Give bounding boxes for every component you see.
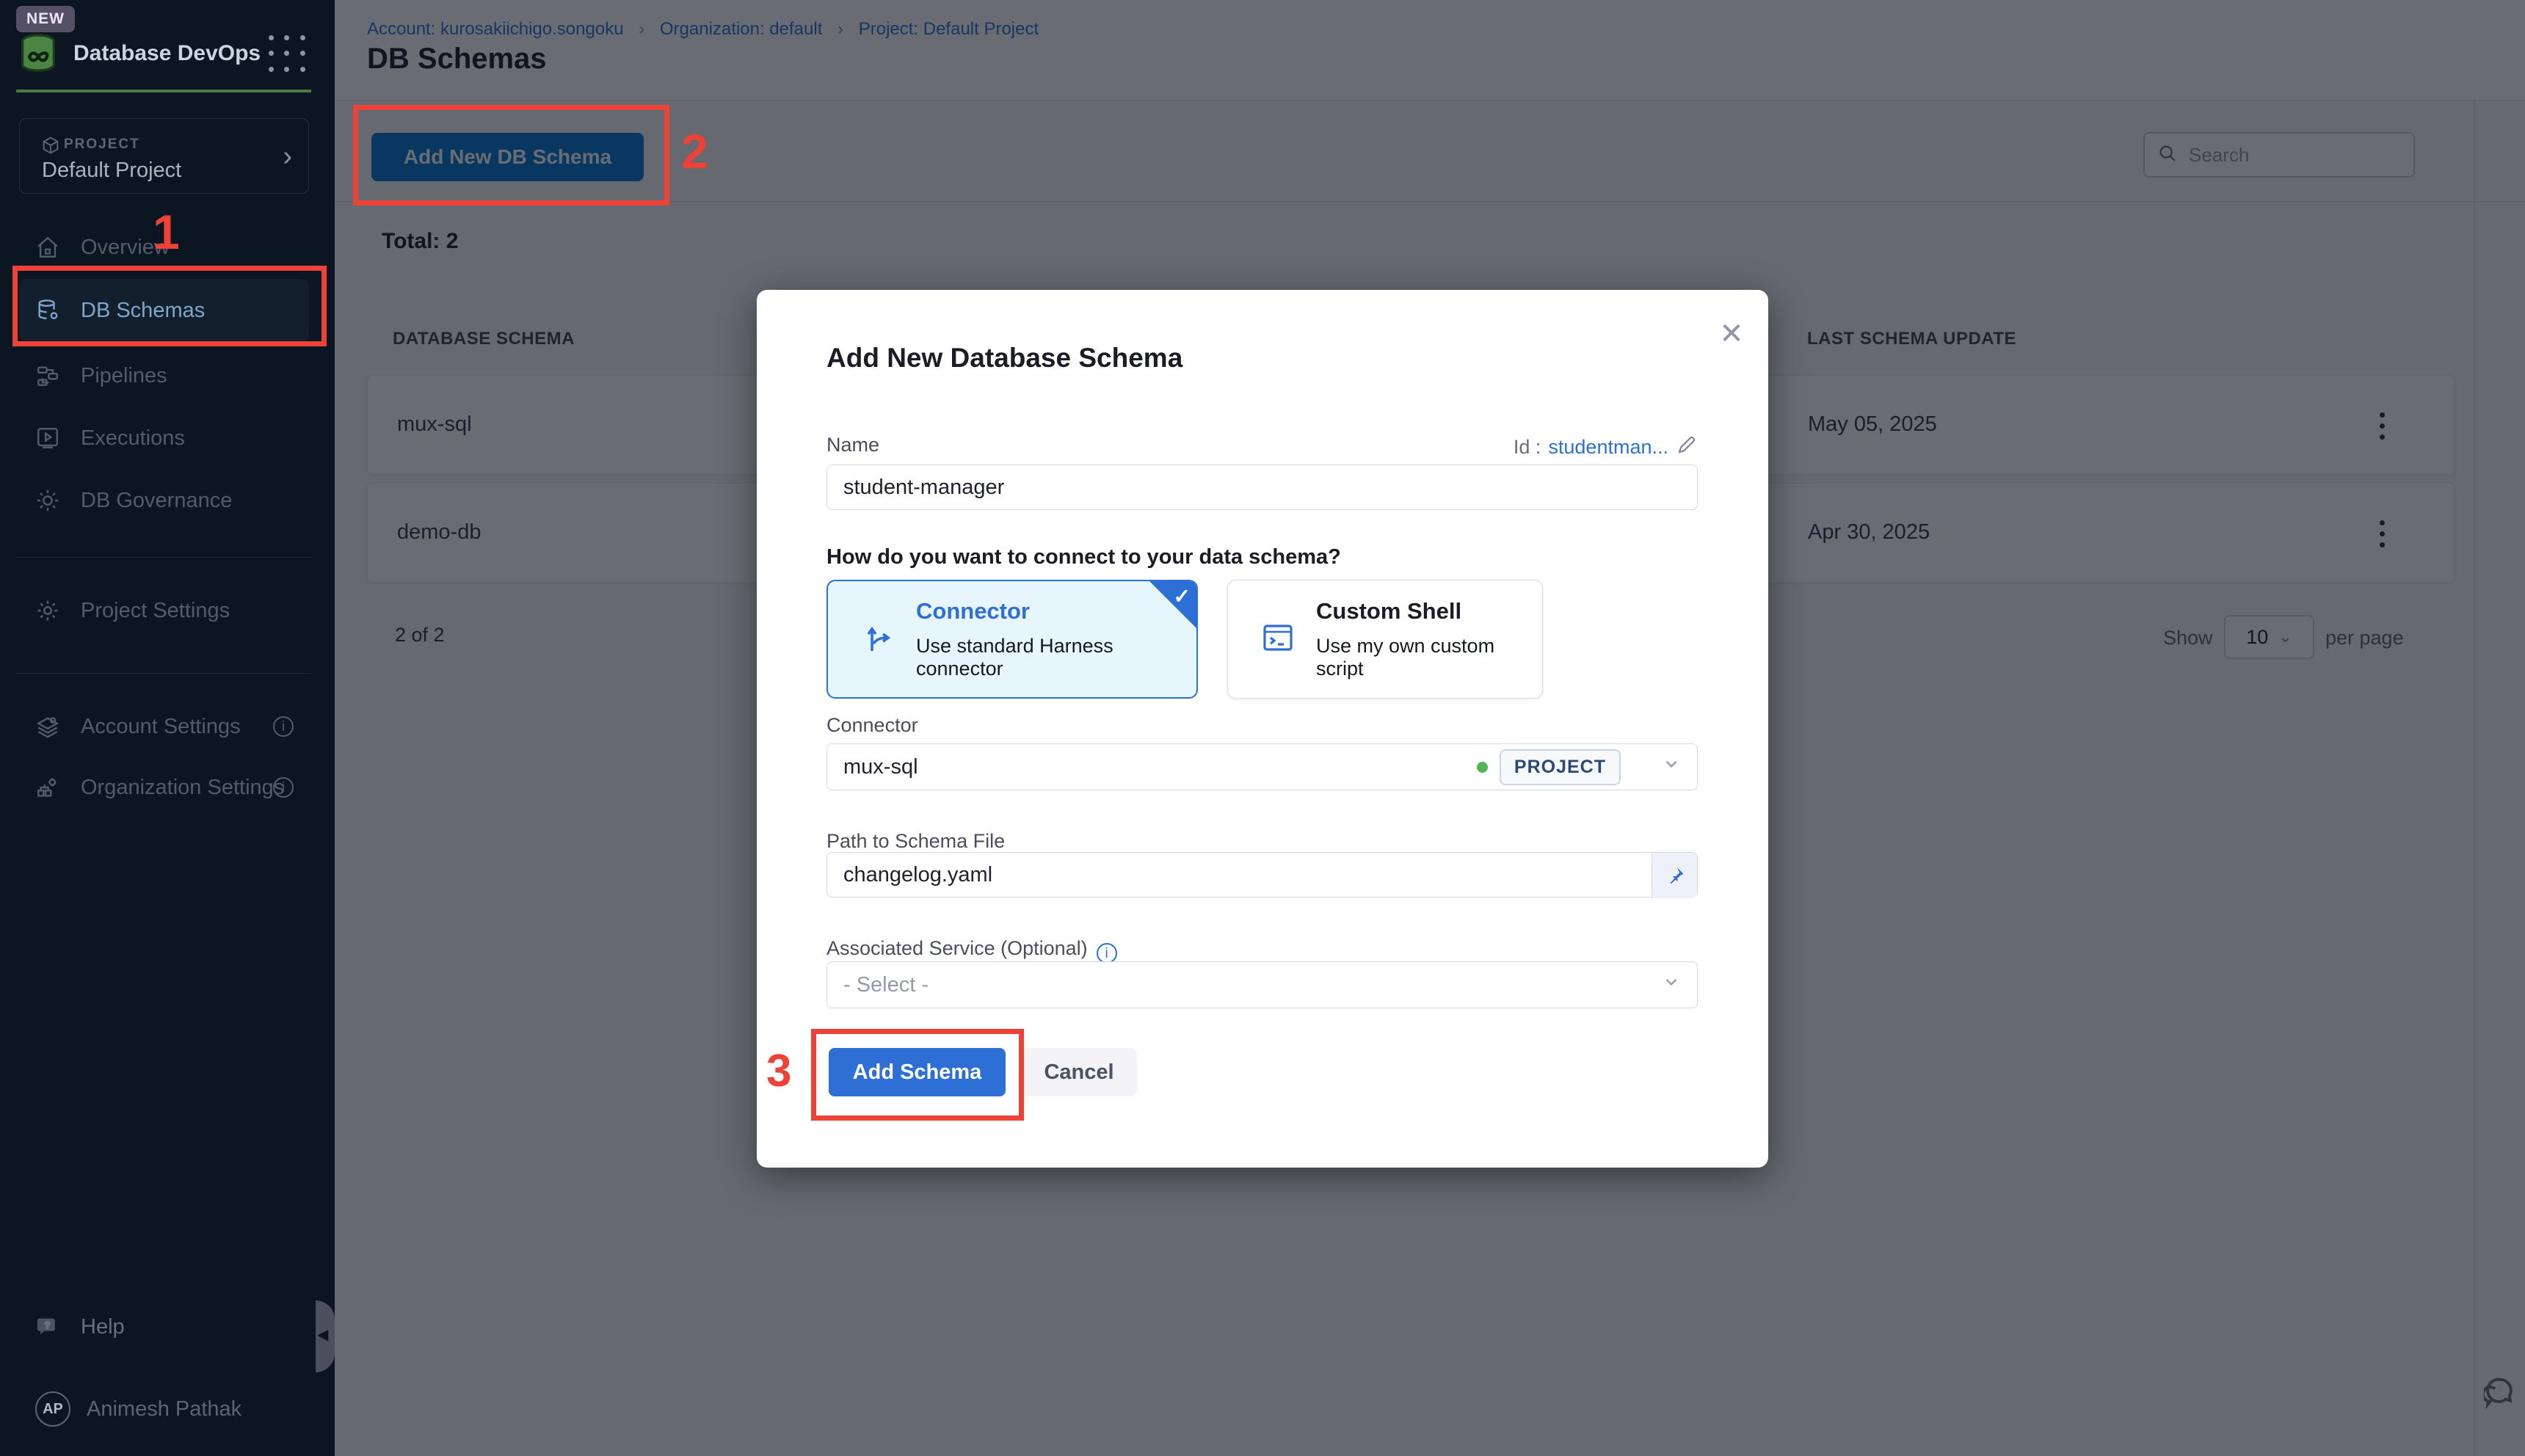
connectivity-status-dot [1477, 762, 1488, 773]
info-icon[interactable]: i [273, 716, 294, 737]
avatar: AP [35, 1391, 70, 1427]
modal-title: Add New Database Schema [826, 343, 1182, 374]
id-label: Id : [1514, 436, 1541, 459]
annotation-box-1 [12, 266, 327, 346]
sidebar-item-help[interactable]: ? Help [0, 1295, 335, 1358]
connector-select[interactable]: mux-sql PROJECT [826, 743, 1698, 790]
associated-service-label: Associated Service (Optional) i [826, 937, 1117, 964]
home-icon [35, 235, 60, 260]
sidebar-collapse-handle[interactable] [316, 1300, 335, 1372]
path-label: Path to Schema File [826, 830, 1005, 853]
check-icon: ✓ [1174, 584, 1191, 608]
connector-branch-icon [860, 620, 895, 659]
annotation-box-3 [811, 1029, 1024, 1121]
sidebar-item-label: Organization Settings [81, 776, 284, 800]
sidebar-item-label: Help [81, 1315, 125, 1339]
connector-value: mux-sql [843, 755, 918, 779]
gear-icon [35, 598, 60, 623]
help-chat-icon: ? [35, 1314, 60, 1339]
option-card-connector[interactable]: Connector Use standard Harness connector… [826, 580, 1198, 699]
user-name: Animesh Pathak [87, 1397, 241, 1422]
new-badge: NEW [16, 6, 75, 32]
svg-text:?: ? [45, 1320, 51, 1331]
chevron-down-icon [1662, 754, 1681, 779]
project-selector[interactable]: PROJECT Default Project › [19, 118, 309, 194]
sidebar-item-label: Account Settings [81, 715, 241, 739]
info-icon[interactable]: i [273, 777, 294, 798]
divider [16, 673, 311, 674]
option-card-custom-shell[interactable]: Custom Shell Use my own custom script [1227, 580, 1543, 699]
path-value: changelog.yaml [843, 863, 992, 887]
executions-icon [35, 426, 60, 451]
connect-question: How do you want to connect to your data … [826, 545, 1341, 569]
sidebar-item-label: Project Settings [81, 599, 230, 623]
chevron-right-icon: › [283, 141, 292, 172]
edit-pencil-icon[interactable] [1676, 434, 1698, 461]
sidebar-item-label: Pipelines [81, 364, 167, 388]
sidebar-item-project-settings[interactable]: Project Settings [0, 579, 335, 642]
info-icon[interactable]: i [1097, 943, 1117, 964]
close-icon[interactable]: ✕ [1715, 318, 1748, 350]
pin-icon[interactable] [1652, 853, 1697, 898]
governance-gear-icon [35, 488, 60, 513]
associated-service-select[interactable]: - Select - [826, 961, 1698, 1008]
id-value[interactable]: studentman... [1548, 436, 1668, 459]
support-chat-icon[interactable] [2484, 1372, 2522, 1416]
module-grid-icon[interactable] [269, 35, 308, 75]
project-name: Default Project [42, 159, 181, 183]
sidebar-item-pipelines[interactable]: Pipelines [0, 344, 335, 407]
layers-gear-icon [35, 714, 60, 739]
option-subtitle: Use standard Harness connector [916, 635, 1196, 680]
app-logo-icon [15, 29, 62, 80]
project-scope-label: PROJECT [64, 136, 140, 153]
entity-id-row: Id : studentman... [1514, 434, 1698, 461]
annotation-number-1: 1 [153, 204, 180, 260]
select-placeholder: - Select - [843, 973, 929, 997]
cube-icon [40, 135, 61, 159]
sidebar-item-label: Executions [81, 426, 185, 451]
terminal-icon [1260, 620, 1296, 659]
chevron-down-icon [1662, 972, 1681, 997]
user-profile[interactable]: AP Animesh Pathak [0, 1377, 335, 1441]
sidebar-item-executions[interactable]: Executions [0, 407, 335, 470]
brand-rule [16, 90, 311, 92]
page: NEW Database DevOps PROJECT Default Proj… [0, 0, 2525, 1456]
sidebar-item-label: DB Governance [81, 489, 232, 513]
scope-badge: PROJECT [1500, 749, 1621, 785]
option-subtitle: Use my own custom script [1316, 635, 1542, 680]
annotation-box-2 [353, 105, 669, 205]
schema-name-input[interactable] [826, 465, 1698, 510]
connector-label: Connector [826, 714, 918, 737]
org-gear-icon [35, 775, 60, 800]
app-title: Database DevOps [73, 41, 261, 66]
sidebar-item-db-governance[interactable]: DB Governance [0, 469, 335, 532]
annotation-number-2: 2 [681, 123, 708, 179]
cancel-button[interactable]: Cancel [1021, 1048, 1137, 1096]
associated-service-text: Associated Service (Optional) [826, 937, 1088, 959]
divider [16, 557, 311, 558]
name-label: Name [826, 434, 879, 456]
option-title: Custom Shell [1316, 598, 1542, 625]
path-input[interactable]: changelog.yaml [826, 852, 1698, 898]
pipelines-icon [35, 363, 60, 388]
annotation-number-3: 3 [766, 1045, 791, 1097]
